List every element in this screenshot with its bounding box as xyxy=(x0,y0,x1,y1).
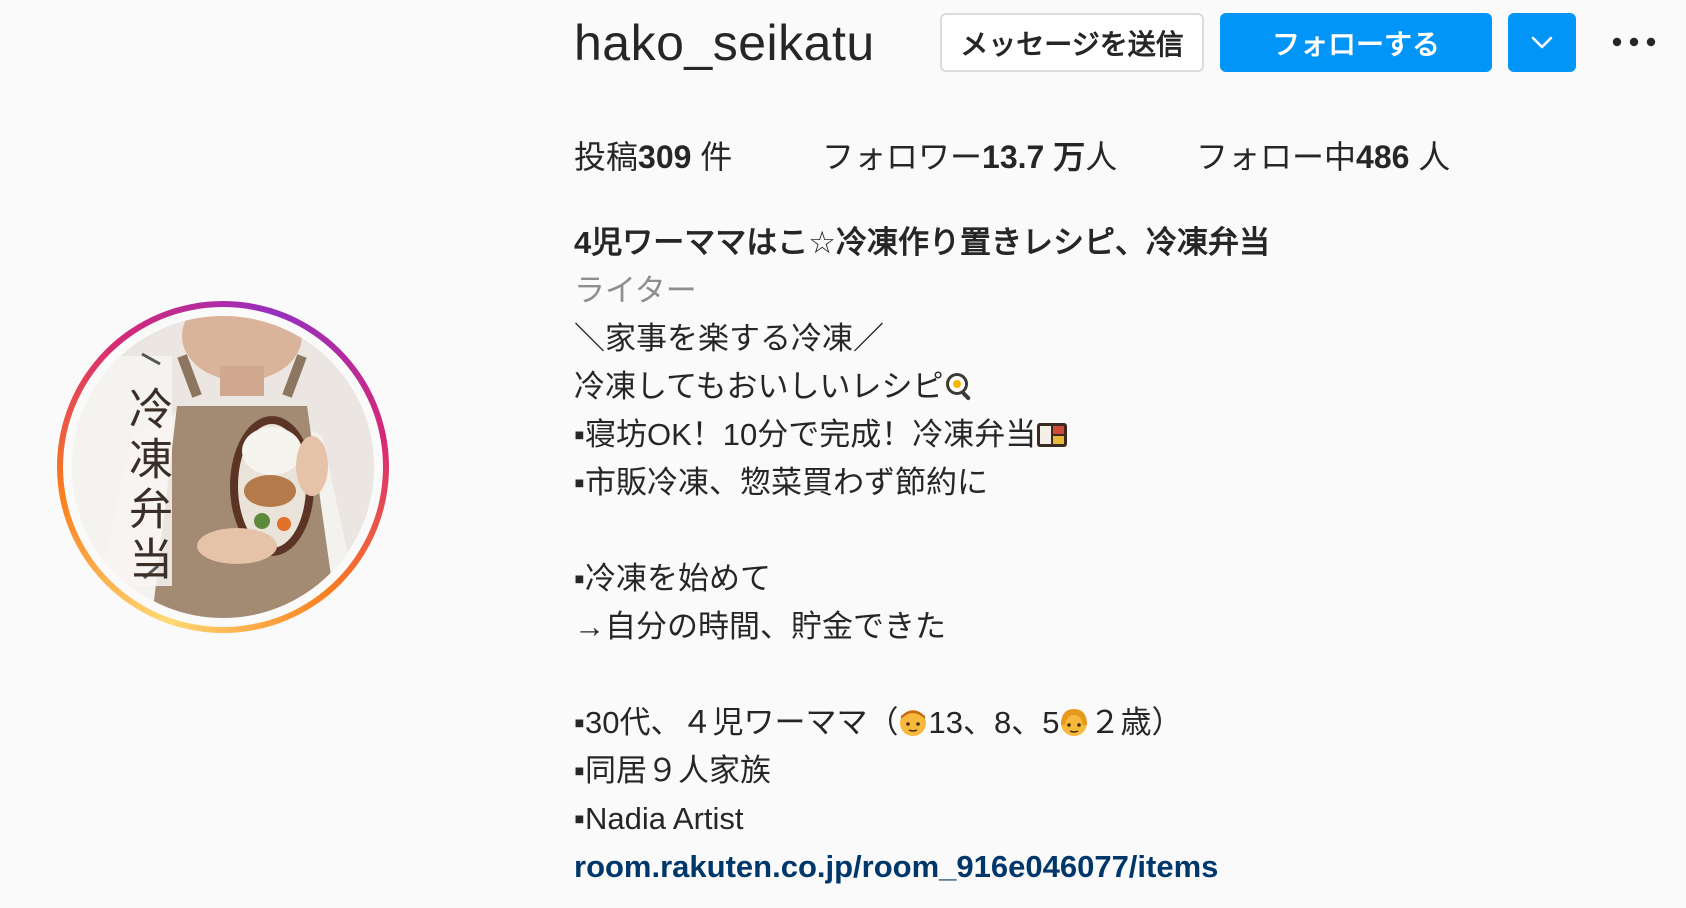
profile-category: ライター xyxy=(574,273,697,308)
bio-line-text: ２歳） xyxy=(1089,705,1183,740)
frying-pan-icon xyxy=(944,367,974,415)
following-label: フォロー中 xyxy=(1196,139,1357,175)
follow-button[interactable]: フォローする xyxy=(1220,13,1492,72)
bio-line-text: 13、8、5 xyxy=(928,705,1060,740)
posts-count[interactable]: 投稿309 件 xyxy=(574,132,732,178)
avatar-gap: 冷凍弁当 xyxy=(63,307,383,627)
following-unit: 人 xyxy=(1409,139,1451,175)
bio-line: ▪市販冷凍、惣菜買わず節約に xyxy=(574,465,988,500)
bio-line-text: ▪寝坊OK！10分で完成！冷凍弁当 xyxy=(574,417,1037,452)
profile-username: hako_seikatu xyxy=(574,15,875,71)
bio-line: ▪Nadia Artist xyxy=(574,801,744,836)
bio-line-text: 冷凍してもおいしいレシピ xyxy=(574,369,944,404)
girl-face-icon xyxy=(1059,703,1089,751)
profile-full-name: 4児ワーママはこ☆冷凍作り置きレシピ、冷凍弁当 xyxy=(574,225,1271,260)
bio-line: →自分の時間、貯金できた xyxy=(574,609,946,644)
profile-avatar-ring[interactable]: 冷凍弁当 xyxy=(57,301,389,633)
bio-line: ▪同居９人家族 xyxy=(574,753,771,788)
following-value: 486 xyxy=(1356,139,1410,175)
suggested-accounts-dropdown-button[interactable] xyxy=(1508,13,1576,72)
bento-box-icon xyxy=(1036,415,1068,463)
posts-unit: 件 xyxy=(691,139,733,175)
bio-link-line: room.rakuten.co.jp/room_916e046077/items xyxy=(574,843,1270,891)
bio-line-text: ▪30代、４児ワーママ（ xyxy=(574,705,899,740)
more-options-button[interactable] xyxy=(1610,24,1658,60)
bio-line: 冷凍してもおいしいレシピ xyxy=(574,363,1270,411)
bio-line: ▪冷凍を始めて xyxy=(574,561,771,596)
bio-blank-line xyxy=(574,507,1270,555)
bio-line: ＼家事を楽する冷凍／ xyxy=(574,321,884,356)
bio-line: ▪寝坊OK！10分で完成！冷凍弁当 xyxy=(574,411,1270,459)
avatar-overlay-text: 冷凍弁当 xyxy=(121,386,172,586)
avatar[interactable]: 冷凍弁当 xyxy=(72,316,374,618)
more-icon xyxy=(1612,37,1656,47)
chevron-down-icon xyxy=(1531,36,1553,48)
followers-label: フォロワー xyxy=(822,139,983,175)
send-message-button[interactable]: メッセージを送信 xyxy=(940,13,1204,72)
bio-line: ▪30代、４児ワーママ（ 13、8、5 ２歳） xyxy=(574,699,1270,747)
profile-bio: 4児ワーママはこ☆冷凍作り置きレシピ、冷凍弁当 ライター ＼家事を楽する冷凍／ … xyxy=(574,219,1270,891)
boy-face-icon xyxy=(898,703,928,751)
posts-label: 投稿 xyxy=(574,139,639,175)
following-count[interactable]: フォロー中486 人 xyxy=(1196,132,1450,178)
posts-value: 309 xyxy=(638,139,692,175)
followers-unit: 人 xyxy=(1085,139,1118,175)
followers-value: 13.7 万 xyxy=(982,139,1086,175)
bio-blank-line xyxy=(574,651,1270,699)
external-link[interactable]: room.rakuten.co.jp/room_916e046077/items xyxy=(574,849,1218,884)
followers-count[interactable]: フォロワー13.7 万人 xyxy=(822,132,1117,178)
